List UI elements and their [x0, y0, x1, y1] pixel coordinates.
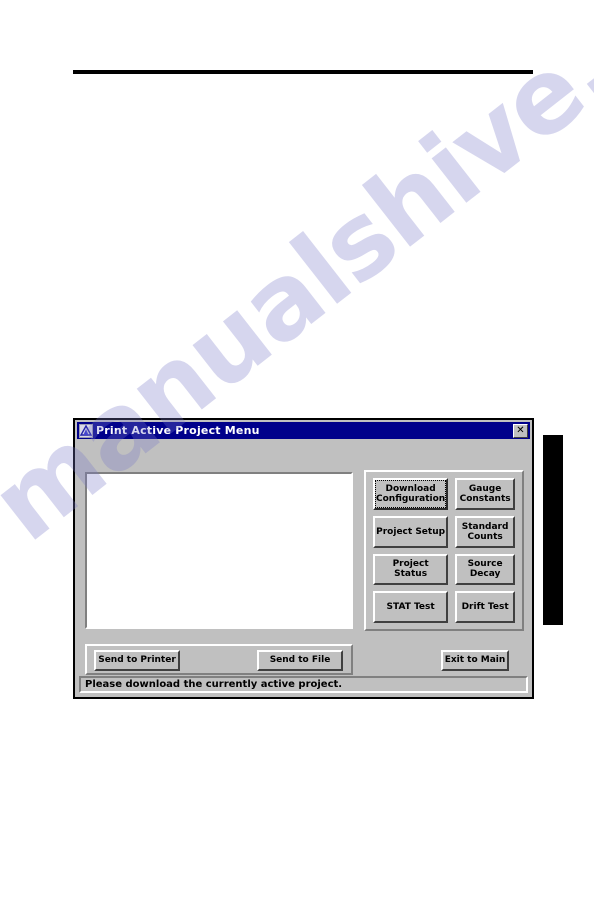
print-preview-pane[interactable] [85, 472, 353, 629]
close-icon[interactable]: ✕ [513, 423, 528, 438]
send-to-printer-button[interactable]: Send to Printer [94, 650, 180, 671]
project-setup-button[interactable]: Project Setup [373, 515, 449, 548]
page-edge-tab-marker [543, 435, 563, 625]
report-selection-group: Download Configuration Gauge Constants P… [364, 470, 524, 631]
download-configuration-button[interactable]: Download Configuration [373, 478, 449, 510]
report-buttons-grid: Download Configuration Gauge Constants P… [373, 478, 515, 623]
drift-test-button[interactable]: Drift Test [455, 591, 515, 623]
source-decay-button[interactable]: Source Decay [455, 553, 515, 586]
gauge-constants-button[interactable]: Gauge Constants [455, 478, 515, 510]
exit-to-main-button[interactable]: Exit to Main [441, 650, 509, 671]
dialog-titlebar[interactable]: Print Active Project Menu ✕ [77, 422, 530, 439]
standard-counts-button[interactable]: Standard Counts [455, 515, 515, 548]
status-bar: Please download the currently active pro… [79, 676, 528, 693]
dialog-title: Print Active Project Menu [96, 424, 260, 437]
print-active-project-dialog: Print Active Project Menu ✕ Download Con… [73, 418, 534, 699]
dialog-body: Download Configuration Gauge Constants P… [75, 439, 532, 679]
pyramid-logo-icon [79, 423, 93, 438]
project-status-button[interactable]: Project Status [373, 553, 449, 586]
stat-test-button[interactable]: STAT Test [373, 591, 449, 623]
page-header-rule [73, 70, 533, 74]
send-to-file-button[interactable]: Send to File [257, 650, 343, 671]
